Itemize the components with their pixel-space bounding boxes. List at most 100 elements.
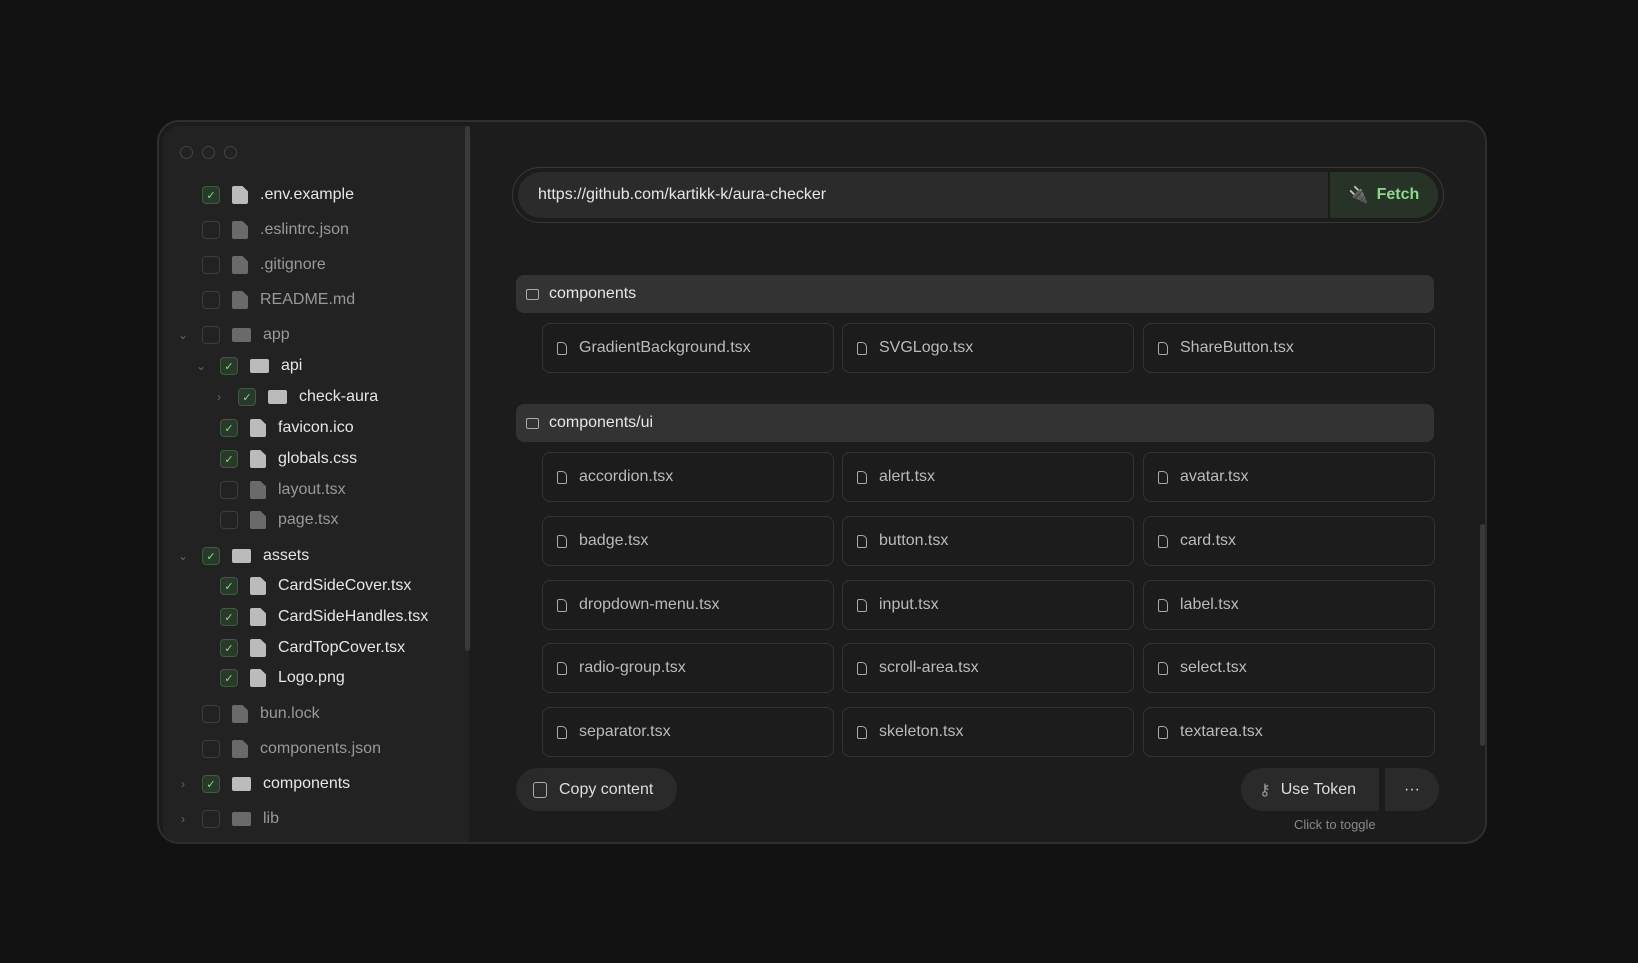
checkbox[interactable]: ✓: [202, 186, 220, 204]
file-icon: [857, 341, 867, 355]
more-options-button[interactable]: ···: [1385, 768, 1439, 811]
checkbox[interactable]: [220, 511, 238, 529]
chevron-down-icon[interactable]: ⌄: [176, 328, 190, 342]
sidebar-scrollbar[interactable]: [465, 126, 470, 651]
tree-item[interactable]: ✓ Logo.png: [220, 664, 345, 692]
checkbox[interactable]: [220, 481, 238, 499]
tree-item[interactable]: ⌄ app: [178, 321, 290, 349]
checkbox[interactable]: ✓: [220, 639, 238, 657]
tree-item-label: .env.example: [260, 186, 354, 203]
file-card-name: SVGLogo.tsx: [879, 339, 974, 356]
chevron-right-icon[interactable]: ›: [212, 390, 226, 404]
file-card[interactable]: badge.tsx: [542, 516, 834, 566]
use-token-label: Use Token: [1280, 780, 1357, 798]
file-card[interactable]: input.tsx: [842, 580, 1134, 630]
file-card[interactable]: separator.tsx: [542, 707, 834, 757]
file-card[interactable]: dropdown-menu.tsx: [542, 580, 834, 630]
file-card[interactable]: SVGLogo.tsx: [842, 323, 1134, 373]
file-card[interactable]: label.tsx: [1143, 580, 1435, 630]
tree-item[interactable]: bun.lock: [202, 700, 320, 728]
file-card[interactable]: avatar.tsx: [1143, 452, 1435, 502]
tree-item-label: app: [263, 326, 290, 343]
tree-item[interactable]: ✓ CardTopCover.tsx: [220, 634, 405, 662]
checkbox[interactable]: ✓: [220, 450, 238, 468]
tree-item[interactable]: layout.tsx: [220, 476, 346, 504]
tree-item-label: favicon.ico: [278, 419, 354, 436]
checkbox[interactable]: ✓: [220, 577, 238, 595]
tree-item[interactable]: › lib: [181, 805, 279, 833]
tree-item[interactable]: ✓ favicon.ico: [220, 414, 354, 442]
fetch-button[interactable]: 🔌 Fetch: [1330, 172, 1438, 218]
checkbox[interactable]: [202, 810, 220, 828]
tree-item-label: assets: [263, 547, 310, 564]
checkbox[interactable]: [202, 221, 220, 239]
file-icon: [1158, 470, 1168, 484]
window-controls: [180, 146, 237, 159]
copy-content-button[interactable]: Copy content: [516, 768, 677, 811]
file-icon: [232, 186, 248, 204]
tree-item[interactable]: ✓ .env.example: [202, 181, 354, 209]
folder-icon: [232, 328, 251, 342]
folder-group-header[interactable]: components: [516, 275, 1434, 313]
checkbox[interactable]: ✓: [202, 547, 220, 565]
checkbox[interactable]: ✓: [220, 357, 238, 375]
file-icon: [857, 598, 867, 612]
checkbox[interactable]: [202, 291, 220, 309]
copy-content-label: Copy content: [559, 780, 654, 798]
maximize-window-button[interactable]: [224, 146, 237, 159]
checkbox[interactable]: ✓: [220, 419, 238, 437]
tree-item[interactable]: components.json: [202, 735, 381, 763]
folder-group-name: components/ui: [549, 414, 654, 431]
file-card[interactable]: scroll-area.tsx: [842, 643, 1134, 693]
chevron-right-icon[interactable]: ›: [176, 777, 190, 791]
file-card[interactable]: card.tsx: [1143, 516, 1435, 566]
file-card-name: skeleton.tsx: [879, 723, 964, 740]
file-card[interactable]: radio-group.tsx: [542, 643, 834, 693]
copy-icon: [533, 781, 547, 798]
tree-item[interactable]: ✓ globals.css: [220, 445, 357, 473]
tree-item[interactable]: .eslintrc.json: [202, 216, 349, 244]
main-scrollbar[interactable]: [1480, 524, 1485, 746]
minimize-window-button[interactable]: [202, 146, 215, 159]
tree-item[interactable]: README.md: [202, 286, 355, 314]
tree-item[interactable]: ✓ CardSideHandles.tsx: [220, 603, 428, 631]
file-card[interactable]: GradientBackground.tsx: [542, 323, 834, 373]
tree-item[interactable]: page.tsx: [220, 506, 338, 534]
tree-item[interactable]: ✓ CardSideCover.tsx: [220, 572, 411, 600]
file-icon: [250, 481, 266, 499]
tree-item[interactable]: ⌄ ✓ assets: [178, 542, 310, 570]
checkbox[interactable]: [202, 705, 220, 723]
checkbox[interactable]: ✓: [238, 388, 256, 406]
file-icon: [232, 221, 248, 239]
file-icon: [250, 669, 266, 687]
tree-item[interactable]: › ✓ components: [181, 770, 350, 798]
tree-item-label: README.md: [260, 291, 356, 308]
folder-group-header[interactable]: components/ui: [516, 404, 1434, 442]
checkbox[interactable]: [202, 740, 220, 758]
tree-item[interactable]: › ✓ check-aura: [217, 383, 378, 411]
file-card[interactable]: alert.tsx: [842, 452, 1134, 502]
chevron-down-icon[interactable]: ⌄: [176, 549, 190, 563]
checkbox[interactable]: ✓: [220, 608, 238, 626]
file-card-name: ShareButton.tsx: [1180, 339, 1294, 356]
repo-url-input[interactable]: https://github.com/kartikk-k/aura-checke…: [518, 172, 1328, 218]
file-card[interactable]: ShareButton.tsx: [1143, 323, 1435, 373]
file-card[interactable]: button.tsx: [842, 516, 1134, 566]
file-card[interactable]: select.tsx: [1143, 643, 1435, 693]
checkbox[interactable]: ✓: [202, 775, 220, 793]
checkbox[interactable]: ✓: [220, 669, 238, 687]
checkbox[interactable]: [202, 256, 220, 274]
chevron-right-icon[interactable]: ›: [176, 812, 190, 826]
chevron-down-icon[interactable]: ⌄: [194, 359, 208, 373]
checkbox[interactable]: [202, 326, 220, 344]
file-card[interactable]: skeleton.tsx: [842, 707, 1134, 757]
file-icon: [250, 639, 266, 657]
file-card[interactable]: textarea.tsx: [1143, 707, 1435, 757]
file-card[interactable]: accordion.tsx: [542, 452, 834, 502]
close-window-button[interactable]: [180, 146, 193, 159]
use-token-button[interactable]: ⚷ Use Token: [1241, 768, 1379, 811]
tree-item[interactable]: .gitignore: [202, 251, 326, 279]
ellipsis-icon: ···: [1404, 780, 1420, 798]
tree-item[interactable]: ⌄ ✓ api: [196, 352, 302, 380]
file-icon: [1158, 661, 1168, 675]
